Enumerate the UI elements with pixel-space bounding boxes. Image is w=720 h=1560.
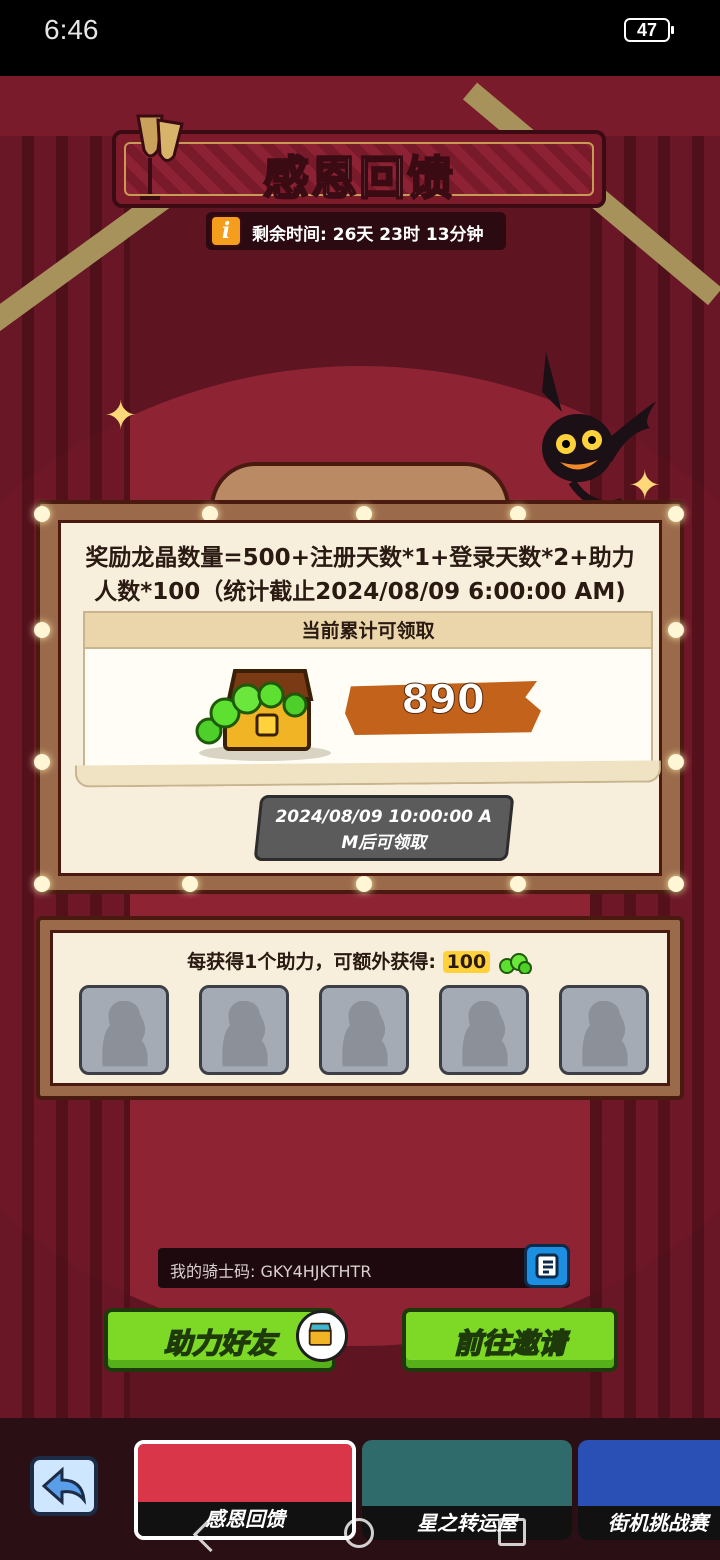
- avatar-placeholder-icon: [462, 1000, 508, 1067]
- helpers-panel-content: 每获得1个助力，可额外获得: 100: [50, 930, 670, 1086]
- event-title: 感恩回馈: [262, 150, 455, 206]
- treasure-chest-icon: [195, 669, 331, 761]
- status-time: 6:46: [44, 14, 99, 45]
- claimable-header: 当前累计可领取: [85, 613, 651, 649]
- helper-slot[interactable]: [319, 985, 409, 1075]
- helper-slot[interactable]: [199, 985, 289, 1075]
- copy-icon: [535, 1253, 559, 1279]
- avatar-placeholder-icon: [342, 1000, 388, 1067]
- helpers-panel: 每获得1个助力，可额外获得: 100: [36, 916, 684, 1100]
- curtain-valance: [0, 76, 720, 136]
- claim-locked-button[interactable]: 2024/08/09 10:00:00 A M后可领取: [253, 795, 515, 861]
- dragon-crystal-icon: [498, 952, 532, 974]
- helper-slot[interactable]: [559, 985, 649, 1075]
- avatar-placeholder-icon: [102, 1000, 148, 1067]
- back-arrow-icon: [41, 1466, 86, 1506]
- info-icon[interactable]: i: [210, 215, 242, 247]
- bottom-nav: 感恩回馈 星之转运屋 街机挑战赛: [0, 1418, 720, 1560]
- helpers-bonus-value: 100: [442, 951, 491, 973]
- nav-card-art: [362, 1440, 572, 1506]
- sparkle-icon: ✦: [104, 393, 138, 439]
- helper-slot[interactable]: [79, 985, 169, 1075]
- reward-board: 奖励龙晶数量=500+注册天数*1+登录天数*2+助力 人数*100（统计截止2…: [34, 500, 684, 894]
- dragon-mascot-icon: [542, 352, 656, 509]
- helper-slot[interactable]: [439, 985, 529, 1075]
- nav-card-thanksgiving[interactable]: 感恩回馈: [134, 1440, 356, 1540]
- nav-card-label: 星之转运屋: [362, 1506, 572, 1540]
- avatar-placeholder-icon: [582, 1000, 628, 1067]
- helper-slots: [79, 985, 649, 1075]
- knight-code-bar: 我的骑士码: GKY4HJKTHTR: [158, 1244, 570, 1288]
- claimable-box: 当前累计可领取 890: [83, 611, 653, 775]
- nav-card-arcade[interactable]: 街机挑战赛: [578, 1440, 720, 1540]
- nav-card-label: 街机挑战赛: [578, 1506, 720, 1540]
- helpers-bonus-text: 每获得1个助力，可额外获得: 100: [53, 947, 667, 974]
- nav-card-label: 感恩回馈: [138, 1502, 352, 1536]
- nav-card-star-fortune[interactable]: 星之转运屋: [362, 1440, 572, 1540]
- paper-curl: [74, 760, 662, 788]
- copy-code-button[interactable]: [524, 1244, 570, 1288]
- knight-code: 我的骑士码: GKY4HJKTHTR: [170, 1262, 372, 1281]
- avatar-placeholder-icon: [222, 1000, 268, 1067]
- go-invite-button[interactable]: 前往邀请: [402, 1308, 618, 1372]
- reward-formula: 奖励龙晶数量=500+注册天数*1+登录天数*2+助力 人数*100（统计截止2…: [85, 545, 635, 605]
- status-bar: 6:46 47: [0, 0, 720, 76]
- nav-card-art: [578, 1440, 720, 1506]
- chest-bubble-icon: [296, 1310, 348, 1362]
- reward-board-content: 奖励龙晶数量=500+注册天数*1+登录天数*2+助力 人数*100（统计截止2…: [58, 520, 662, 876]
- nav-card-art: [138, 1444, 352, 1510]
- remaining-time: 剩余时间: 26天 23时 13分钟: [252, 225, 484, 245]
- back-button[interactable]: [30, 1456, 98, 1516]
- champagne-glass-icon: [136, 114, 184, 200]
- remaining-time-bar: i 剩余时间: 26天 23时 13分钟: [206, 212, 506, 250]
- claimable-amount: 890: [401, 677, 486, 724]
- battery-indicator: 47: [624, 18, 674, 42]
